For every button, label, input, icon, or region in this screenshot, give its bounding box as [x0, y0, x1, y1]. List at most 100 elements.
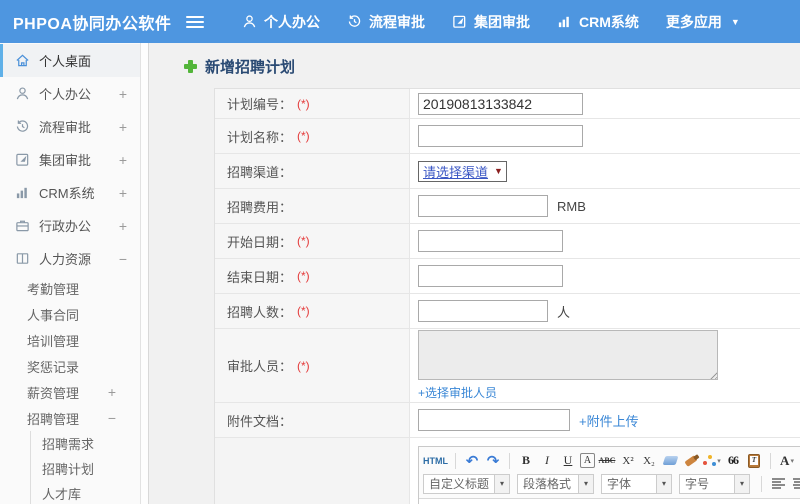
- sidebar-item-salary[interactable]: 薪资管理 +: [0, 379, 140, 405]
- collapse-icon[interactable]: −: [108, 410, 116, 426]
- sidebar-item-personal-office[interactable]: 个人办公 +: [0, 77, 140, 110]
- start-date-input[interactable]: [418, 230, 563, 252]
- sidebar-item-personal-desktop[interactable]: 个人桌面: [0, 44, 140, 77]
- topnav-crm[interactable]: CRM系统: [557, 12, 639, 32]
- app-brand: PHPOA协同办公软件: [13, 15, 172, 33]
- sidebar-item-talent-pool[interactable]: 人才库: [31, 481, 140, 504]
- sidebar-item-recruit-management[interactable]: 招聘管理 −: [0, 405, 140, 431]
- caret-down-icon: ▾: [494, 474, 510, 493]
- field-label: 计划编号：: [227, 97, 293, 112]
- plus-icon: [184, 60, 197, 73]
- sidebar-item-recruit-plan[interactable]: 招聘计划: [31, 456, 140, 481]
- caret-down-icon: ▾: [578, 474, 594, 493]
- main-content: 新增招聘计划 计划编号： (*) 计划名称： (*): [149, 43, 800, 504]
- font-family-dropdown[interactable]: 字体 ▾: [601, 473, 673, 494]
- border-text-icon[interactable]: A: [580, 453, 595, 468]
- cost-input[interactable]: [418, 195, 548, 217]
- rich-text-editor: HTML ↶ ↷ B I U A ABC X² X₂ ▾ 66 T A ▾ 自定…: [418, 446, 800, 504]
- underline-icon[interactable]: U: [559, 451, 577, 470]
- expand-icon[interactable]: +: [119, 119, 127, 135]
- history-icon: [16, 120, 29, 132]
- form-row-channel: 招聘渠道： 请选择渠道 ▼: [215, 154, 800, 189]
- italic-icon[interactable]: I: [538, 451, 556, 470]
- align-left-icon[interactable]: [769, 474, 787, 493]
- briefcase-icon: [16, 220, 29, 232]
- attachment-upload-link[interactable]: +附件上传: [579, 411, 639, 430]
- required-mark: (*): [297, 358, 310, 373]
- form-row-attachment: 附件文档： +附件上传: [215, 403, 800, 438]
- custom-title-dropdown[interactable]: 自定义标题 ▾: [423, 473, 511, 494]
- paste-text-icon[interactable]: T: [745, 451, 763, 470]
- editor-toolbar-row1: HTML ↶ ↷ B I U A ABC X² X₂ ▾ 66 T A ▾: [423, 449, 800, 472]
- sidebar-item-training[interactable]: 培训管理: [0, 327, 140, 353]
- sidebar-item-human-resources[interactable]: 人力资源 −: [0, 242, 140, 275]
- field-label: 开始日期：: [227, 234, 293, 250]
- form-row-plan-number: 计划编号： (*): [215, 89, 800, 119]
- format-brush-icon[interactable]: [682, 451, 700, 470]
- headcount-input[interactable]: [418, 300, 548, 322]
- sidebar-item-hr-contract[interactable]: 人事合同: [0, 301, 140, 327]
- end-date-input[interactable]: [418, 265, 563, 287]
- form-row-editor: HTML ↶ ↷ B I U A ABC X² X₂ ▾ 66 T A ▾ 自定…: [215, 438, 800, 504]
- sidebar-item-group-approval[interactable]: 集团审批 +: [0, 143, 140, 176]
- field-label: 计划名称：: [227, 129, 293, 145]
- topnav-group-approval[interactable]: 集团审批: [452, 12, 530, 32]
- choose-approvers-link[interactable]: +选择审批人员: [418, 384, 497, 401]
- eraser-icon[interactable]: [661, 451, 679, 470]
- html-source-icon[interactable]: HTML: [423, 451, 448, 470]
- topnav-workflow-approval[interactable]: 流程审批: [347, 12, 425, 32]
- sidebar-item-rewards[interactable]: 奖惩记录: [0, 353, 140, 379]
- form-row-headcount: 招聘人数： (*) 人: [215, 294, 800, 329]
- form-row-plan-name: 计划名称： (*): [215, 119, 800, 154]
- plan-name-input[interactable]: [418, 125, 583, 147]
- sidebar-item-recruit-demand[interactable]: 招聘需求: [31, 431, 140, 456]
- subscript-icon[interactable]: X₂: [640, 451, 658, 470]
- align-center-icon[interactable]: [790, 474, 800, 493]
- collapse-icon[interactable]: −: [119, 251, 127, 267]
- channel-select[interactable]: 请选择渠道 ▼: [418, 160, 507, 182]
- attachment-input[interactable]: [418, 409, 570, 431]
- form-row-end-date: 结束日期： (*): [215, 259, 800, 294]
- sidebar-item-admin-office[interactable]: 行政办公 +: [0, 209, 140, 242]
- sidebar-scrollbar[interactable]: [140, 43, 149, 504]
- edit-icon: [453, 15, 466, 28]
- expand-icon[interactable]: +: [119, 185, 127, 201]
- plan-number-input[interactable]: [418, 92, 583, 115]
- user-icon: [16, 87, 29, 100]
- font-size-dropdown[interactable]: 字号 ▾: [679, 473, 751, 494]
- sidebar-item-workflow-approval[interactable]: 流程审批 +: [0, 110, 140, 143]
- topnav-personal-office[interactable]: 个人办公: [242, 12, 320, 32]
- blockquote-icon[interactable]: 66: [724, 451, 742, 470]
- expand-icon[interactable]: +: [119, 218, 127, 234]
- sidebar-item-crm[interactable]: CRM系统 +: [0, 176, 140, 209]
- magic-format-icon[interactable]: ▾: [703, 451, 721, 470]
- bold-icon[interactable]: B: [517, 451, 535, 470]
- expand-icon[interactable]: +: [119, 152, 127, 168]
- topnav-more-apps[interactable]: 更多应用 ▼: [666, 12, 740, 32]
- unit-suffix: 人: [557, 304, 571, 320]
- strikethrough-icon[interactable]: ABC: [598, 451, 616, 470]
- page-header: 新增招聘计划: [184, 55, 800, 78]
- form-row-cost: 招聘费用： RMB: [215, 189, 800, 224]
- undo-icon[interactable]: ↶: [463, 451, 481, 470]
- paragraph-format-dropdown[interactable]: 段落格式 ▾: [517, 473, 595, 494]
- menu-toggle-icon[interactable]: [186, 15, 204, 28]
- caret-down-icon: ▾: [734, 474, 750, 493]
- editor-content-area[interactable]: [419, 499, 800, 504]
- history-icon: [348, 15, 361, 27]
- approvers-textarea[interactable]: [418, 330, 718, 380]
- superscript-icon[interactable]: X²: [619, 451, 637, 470]
- font-color-icon[interactable]: A ▾: [778, 451, 796, 470]
- expand-icon[interactable]: +: [119, 86, 127, 102]
- redo-icon[interactable]: ↷: [484, 451, 502, 470]
- required-mark: (*): [297, 269, 310, 283]
- expand-icon[interactable]: +: [108, 384, 116, 400]
- sidebar: 个人桌面 个人办公 + 流程审批 + 集团审批 + CRM系统 + 行政办公 +…: [0, 43, 140, 504]
- field-label: 招聘渠道：: [227, 164, 293, 180]
- sidebar-item-attendance[interactable]: 考勤管理: [0, 275, 140, 301]
- caret-down-icon: ▼: [494, 166, 503, 176]
- edit-icon: [16, 153, 29, 166]
- home-icon: [16, 54, 29, 67]
- field-label: 结束日期：: [227, 269, 293, 285]
- currency-suffix: RMB: [557, 198, 586, 214]
